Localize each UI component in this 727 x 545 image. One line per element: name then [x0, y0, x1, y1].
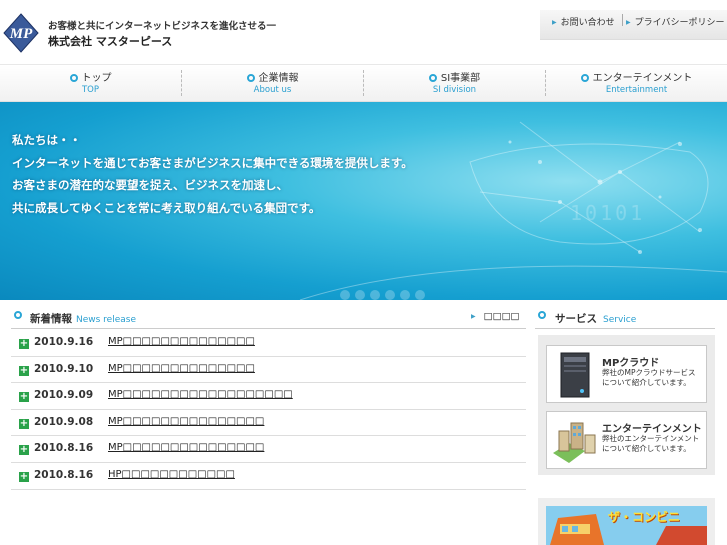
plus-icon[interactable]: +: [19, 365, 29, 376]
ring-icon: [538, 311, 546, 319]
ring-icon: [428, 74, 437, 82]
nav-si-jp: SI事業部: [440, 73, 481, 84]
company-name: 株式会社 マスターピース: [48, 35, 173, 48]
plus-icon[interactable]: +: [19, 418, 29, 429]
news-more-label: □□□□: [483, 311, 520, 322]
news-link[interactable]: MP□□□□□□□□□□□□□□□: [108, 442, 264, 453]
news-item: + 2010.9.09 MP□□□□□□□□□□□□□□□□□□: [11, 383, 526, 410]
hero-line: 私たちは・・: [12, 133, 81, 147]
nav-item-entertainment[interactable]: エンターテインメント Entertainment: [546, 65, 727, 102]
triangle-right-icon: ▶: [552, 19, 557, 26]
nav-top-jp: トップ: [81, 73, 112, 84]
news-date: 2010.9.10: [34, 362, 94, 375]
news-item: + 2010.9.16 MP□□□□□□□□□□□□□□: [11, 330, 526, 357]
hero-message: 私たちは・・ インターネットを通じてお客さまがビジネスに集中できる環境を提供しま…: [12, 129, 413, 219]
news-link[interactable]: MP□□□□□□□□□□□□□□: [108, 363, 255, 374]
news-item: + 2010.8.16 HP□□□□□□□□□□□□: [11, 463, 526, 490]
news-date: 2010.9.09: [34, 389, 94, 402]
ring-icon: [246, 74, 255, 82]
news-header: 新着情報 News release ▶ □□□□: [11, 305, 526, 329]
hero-line: インターネットを通じてお客さまがビジネスに集中できる環境を提供します。: [12, 155, 413, 170]
services-panel: MPクラウド 弊社のMPクラウドサービス について紹介しています。 エンターテイ…: [538, 335, 715, 475]
news-item: + 2010.8.16 MP□□□□□□□□□□□□□□□: [11, 436, 526, 463]
news-date: 2010.9.08: [34, 415, 94, 428]
news-date: 2010.8.16: [34, 468, 94, 481]
nav-entertainment-jp: エンターテインメント: [592, 73, 693, 84]
banner-title: エンターテインメント: [602, 424, 702, 435]
news-item: + 2010.9.10 MP□□□□□□□□□□□□□□: [11, 357, 526, 384]
banner-desc-line: について紹介しています。: [602, 444, 691, 453]
promo-title: ザ・コンビニ: [608, 510, 681, 524]
news-link[interactable]: MP□□□□□□□□□□□□□□□: [108, 416, 264, 427]
contact-link-label: お問い合わせ: [560, 18, 615, 28]
news-item: + 2010.9.08 MP□□□□□□□□□□□□□□□: [11, 410, 526, 437]
news-link[interactable]: MP□□□□□□□□□□□□□□□□□□: [108, 389, 293, 400]
logo-lettering: MP: [9, 26, 33, 42]
promo-panel: ザ・コンビニ: [538, 498, 715, 545]
news-date: 2010.9.16: [34, 336, 94, 348]
tagline: お客様と共にインターネットビジネスを進化させる一: [48, 21, 277, 32]
nav-item-about[interactable]: 企業情報 About us: [182, 65, 363, 102]
privacy-policy-link[interactable]: ▶ プライバシーポリシー: [626, 15, 724, 28]
plus-icon[interactable]: +: [19, 392, 29, 403]
nav-about-jp: 企業情報: [258, 73, 299, 84]
contact-link[interactable]: ▶ お問い合わせ: [552, 15, 615, 28]
mp-cloud-banner[interactable]: MPクラウド 弊社のMPクラウドサービス について紹介しています。: [546, 345, 707, 403]
nav-si-en: SI division: [432, 85, 477, 95]
plus-icon[interactable]: +: [19, 339, 29, 349]
nav-item-si-label: SI事業部: [364, 69, 545, 84]
privacy-policy-link-label: プライバシーポリシー: [634, 18, 725, 28]
nav-entertainment-en: Entertainment: [605, 85, 668, 95]
ring-icon: [69, 74, 78, 82]
entertainment-banner[interactable]: エンターテインメント 弊社のエンターテインメント について紹介しています。: [546, 411, 707, 469]
nav-item-about-label: 企業情報: [182, 69, 363, 84]
services-title-jp: サービス: [555, 313, 597, 325]
nav-item-top-label: トップ: [0, 69, 181, 84]
services-title-en: Service: [603, 315, 637, 325]
banner-desc-line: について紹介しています。: [602, 378, 691, 387]
nav-item-top[interactable]: トップ TOP: [0, 65, 181, 102]
company-logo[interactable]: MP: [3, 13, 39, 53]
news-title-jp: 新着情報: [30, 313, 72, 325]
news-date: 2010.8.16: [34, 442, 94, 455]
promo-banner[interactable]: ザ・コンビニ: [546, 506, 707, 545]
banner-title: MPクラウド: [602, 358, 660, 369]
hero-line: お客さまの潜在的な要望を捉え、ビジネスを加速し、: [12, 178, 288, 192]
nav-item-si-division[interactable]: SI事業部 SI division: [364, 65, 545, 102]
global-nav: トップ TOP 企業情報 About us SI事業部 SI division …: [0, 64, 727, 102]
nav-top-en: TOP: [81, 85, 99, 95]
ring-icon: [14, 311, 22, 319]
nav-about-en: About us: [253, 85, 292, 95]
site-header: MP お客様と共にインターネットビジネスを進化させる一 株式会社 マスターピース…: [0, 0, 727, 64]
nav-item-entertainment-label: エンターテインメント: [546, 69, 727, 84]
banner-description: 弊社のMPクラウドサービス について紹介しています。: [602, 368, 696, 388]
news-list: + 2010.9.16 MP□□□□□□□□□□□□□□ + 2010.9.10…: [11, 330, 526, 490]
server-icon: [560, 352, 590, 398]
triangle-right-icon: ▶: [626, 19, 631, 26]
banner-description: 弊社のエンターテインメント について紹介しています。: [602, 434, 699, 454]
city-icon: [553, 422, 596, 463]
news-link[interactable]: HP□□□□□□□□□□□□: [108, 469, 235, 480]
news-title-en: News release: [76, 315, 136, 325]
plus-icon[interactable]: +: [19, 445, 29, 456]
banner-desc-line: 弊社のMPクラウドサービス: [602, 368, 696, 377]
news-more-link[interactable]: ▶ □□□□: [471, 311, 520, 322]
utility-bar: ▶ お問い合わせ ▶ プライバシーポリシー: [540, 10, 727, 40]
binary-digits: 10101: [570, 201, 645, 225]
plus-icon[interactable]: +: [19, 471, 29, 482]
banner-desc-line: 弊社のエンターテインメント: [602, 434, 700, 443]
ring-icon: [580, 74, 589, 82]
services-header: サービス Service: [535, 305, 715, 329]
services-title: サービス Service: [555, 311, 636, 326]
hero-line: 共に成長してゆくことを常に考え取り組んでいる集団です。: [12, 200, 321, 215]
news-link[interactable]: MP□□□□□□□□□□□□□□: [108, 336, 255, 347]
news-title: 新着情報 News release: [30, 311, 136, 326]
divider: [622, 14, 623, 26]
triangle-right-icon: ▶: [471, 313, 476, 320]
hero-banner: 10101 私たちは・・ インターネットを通じてお客さまがビジネスに集中できる環…: [0, 102, 727, 300]
